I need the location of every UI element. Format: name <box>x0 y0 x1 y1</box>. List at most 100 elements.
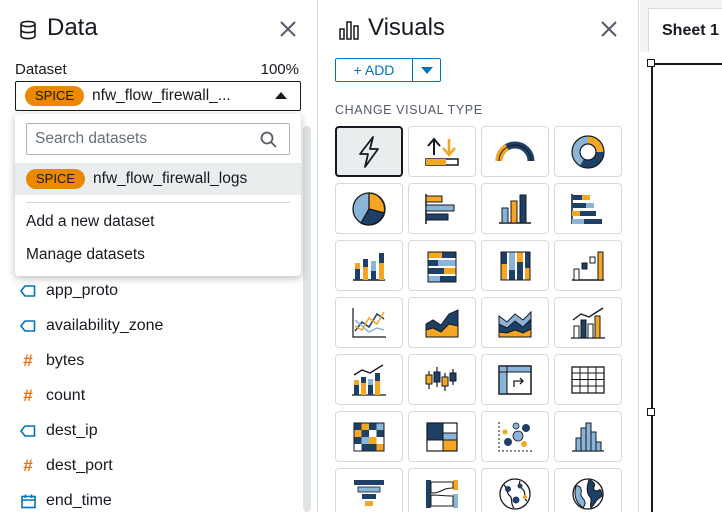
pivot-table-icon <box>498 364 532 395</box>
field-item[interactable]: # dest_port <box>18 455 112 477</box>
manage-datasets-link[interactable]: Manage datasets <box>26 246 145 264</box>
number-field-icon: # <box>23 456 33 475</box>
sheet-canvas[interactable] <box>640 52 722 512</box>
scatter-plot-icon <box>498 421 532 451</box>
visuals-panel-title: Visuals <box>368 14 445 41</box>
spice-badge: SPICE <box>26 169 86 189</box>
data-panel: Data Dataset 100% SPICE nfw_flow_firewal… <box>0 0 318 512</box>
change-visual-type-label: CHANGE VISUAL TYPE <box>335 103 483 117</box>
search-box[interactable] <box>26 123 290 155</box>
field-label: dest_ip <box>46 422 98 439</box>
visual-type-vertical-100-stacked-bar[interactable] <box>481 240 549 291</box>
visual-type-autograph[interactable] <box>335 126 403 177</box>
dataset-option[interactable]: SPICE nfw_flow_firewall_logs <box>15 163 301 195</box>
stacked-vertical-bar-icon <box>353 252 385 281</box>
visual-type-horizontal-100-stacked-bar[interactable] <box>408 240 476 291</box>
field-label: availability_zone <box>46 317 164 334</box>
area-chart-icon <box>425 308 459 337</box>
percent-horizontal-bar-icon <box>427 251 457 282</box>
visual-type-scatter[interactable] <box>481 411 549 462</box>
visual-type-points-on-map[interactable] <box>481 468 549 512</box>
visual-type-box-plot[interactable] <box>408 354 476 405</box>
visual-type-horizontal-bar[interactable] <box>408 183 476 234</box>
close-icon[interactable] <box>278 19 298 39</box>
selected-dataset-name: nfw_flow_firewall_... <box>92 87 231 104</box>
number-field-icon: # <box>23 351 33 370</box>
visual-type-funnel[interactable] <box>335 468 403 512</box>
donut-icon <box>571 134 605 169</box>
sankey-icon <box>426 479 458 508</box>
calendar-icon <box>18 493 38 509</box>
stacked-area-icon <box>498 310 532 337</box>
string-field-icon <box>18 318 38 334</box>
visual-type-heat-map[interactable] <box>335 411 403 462</box>
box-plot-icon <box>425 366 457 391</box>
field-item[interactable]: app_proto <box>18 280 118 302</box>
stacked-bar-line-combo-icon <box>352 363 386 396</box>
waterfall-icon <box>572 251 604 281</box>
visual-type-horizontal-stacked-bar[interactable] <box>554 183 622 234</box>
resize-handle[interactable] <box>647 59 655 67</box>
dataset-label: Dataset <box>15 61 67 78</box>
field-item[interactable]: # count <box>18 385 85 407</box>
database-icon <box>19 20 37 45</box>
close-icon[interactable] <box>599 19 619 39</box>
field-label: bytes <box>46 352 85 369</box>
spice-percent: 100% <box>260 61 299 78</box>
add-dropdown-button[interactable] <box>412 58 441 82</box>
visual-type-area[interactable] <box>408 297 476 348</box>
gauge-icon <box>495 141 535 161</box>
visual-type-stacked-area[interactable] <box>481 297 549 348</box>
visuals-panel: Visuals + ADD CHANGE VISUAL TYPE <box>319 0 639 512</box>
visual-type-table[interactable] <box>554 354 622 405</box>
visual-type-filled-map[interactable] <box>554 468 622 512</box>
number-field-icon: # <box>23 386 33 405</box>
search-icon <box>260 131 277 153</box>
dataset-option-name: nfw_flow_firewall_logs <box>93 170 248 187</box>
field-item[interactable]: # bytes <box>18 350 84 372</box>
dataset-select[interactable]: SPICE nfw_flow_firewall_... <box>15 81 301 111</box>
stacked-horizontal-bar-icon <box>571 193 602 224</box>
resize-handle[interactable] <box>647 408 655 416</box>
field-label: app_proto <box>46 282 119 299</box>
scrollbar[interactable] <box>303 126 311 512</box>
table-icon <box>571 365 605 394</box>
visual-type-vertical-stacked-bar[interactable] <box>335 240 403 291</box>
divider <box>26 202 290 203</box>
visual-type-donut[interactable] <box>554 126 622 177</box>
field-item[interactable]: availability_zone <box>18 315 163 337</box>
visual-type-pivot-table[interactable] <box>481 354 549 405</box>
visual-type-gauge[interactable] <box>481 126 549 177</box>
funnel-icon <box>354 479 384 506</box>
string-field-icon <box>18 283 38 299</box>
field-item[interactable]: end_time <box>18 490 112 512</box>
visual-type-combo-bar-line[interactable] <box>554 297 622 348</box>
kpi-icon <box>425 136 459 166</box>
visual-type-pie[interactable] <box>335 183 403 234</box>
percent-vertical-bar-icon <box>500 251 531 280</box>
visual-type-waterfall[interactable] <box>554 240 622 291</box>
pie-icon <box>352 191 386 226</box>
add-visual-button[interactable]: + ADD <box>335 58 413 82</box>
histogram-icon <box>572 422 604 452</box>
visual-frame[interactable] <box>651 63 722 512</box>
visual-type-histogram[interactable] <box>554 411 622 462</box>
visual-type-line[interactable] <box>335 297 403 348</box>
line-chart-icon <box>352 307 386 338</box>
field-label: end_time <box>46 492 112 509</box>
search-input[interactable] <box>35 130 250 148</box>
points-on-map-icon <box>499 477 531 510</box>
tab-sheet-1[interactable]: Sheet 1 <box>648 8 722 52</box>
visual-type-tree-map[interactable] <box>408 411 476 462</box>
visual-type-combo-stacked-bar-line[interactable] <box>335 354 403 405</box>
field-item[interactable]: dest_ip <box>18 420 98 442</box>
visual-type-kpi[interactable] <box>408 126 476 177</box>
visual-type-vertical-bar[interactable] <box>481 183 549 234</box>
visual-type-sankey[interactable] <box>408 468 476 512</box>
filled-map-icon <box>572 477 604 510</box>
bar-line-combo-icon <box>571 306 605 339</box>
caret-down-icon <box>421 67 433 74</box>
vertical-bar-icon <box>499 194 531 224</box>
dataset-dropdown: SPICE nfw_flow_firewall_logs Add a new d… <box>15 114 301 276</box>
add-dataset-link[interactable]: Add a new dataset <box>26 213 154 231</box>
